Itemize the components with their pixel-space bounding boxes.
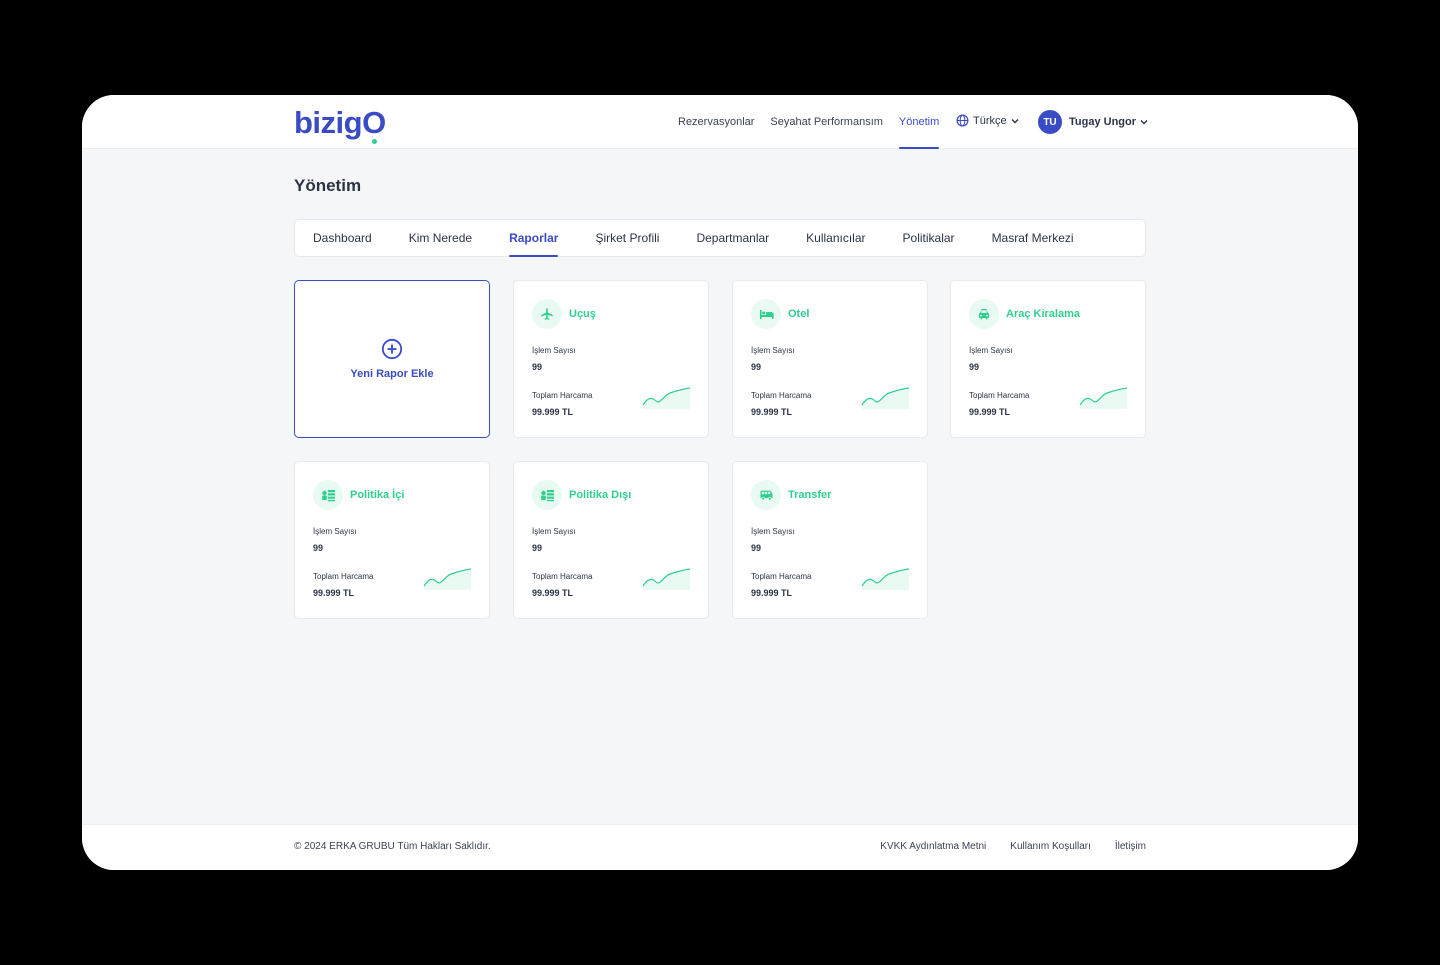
- footer-link-iletisim[interactable]: İletişim: [1115, 841, 1146, 852]
- spend-value: 99.999 TL: [751, 407, 793, 417]
- trend-sparkline: [861, 568, 910, 590]
- globe-icon: [956, 114, 969, 127]
- user-menu[interactable]: TU Tugay Ungor: [1038, 110, 1149, 134]
- count-label: İşlem Sayısı: [313, 527, 357, 536]
- tab-kim-nerede[interactable]: Kim Nerede: [409, 220, 472, 256]
- car-icon: [979, 309, 989, 320]
- icon-badge: [751, 480, 781, 510]
- money-stack-icon: [540, 490, 554, 502]
- card-header: Araç Kiralama: [969, 299, 1080, 329]
- nav-rezervasyonlar[interactable]: Rezervasyonlar: [678, 95, 754, 149]
- page-title: Yönetim: [294, 176, 362, 195]
- logo-o: O: [362, 105, 386, 144]
- report-card-transfer[interactable]: Transfer İşlem Sayısı 99 Toplam Harcama …: [732, 461, 928, 619]
- icon-badge: [969, 299, 999, 329]
- nav-yonetim[interactable]: Yönetim: [898, 95, 940, 149]
- spend-label: Toplam Harcama: [532, 391, 593, 400]
- user-name: Tugay Ungor: [1069, 116, 1137, 128]
- trend-sparkline: [642, 568, 691, 590]
- trend-sparkline: [423, 568, 472, 590]
- bed-icon: [759, 310, 774, 319]
- tab-raporlar[interactable]: Raporlar: [509, 220, 559, 257]
- money-stack-icon: [321, 490, 335, 502]
- trend-sparkline: [861, 387, 910, 409]
- nav-seyahat-performansim[interactable]: Seyahat Performansım: [770, 95, 883, 149]
- count-label: İşlem Sayısı: [751, 346, 795, 355]
- count-value: 99: [313, 543, 324, 553]
- logo-text: bizig: [294, 105, 363, 140]
- card-header: Politika Dışı: [532, 480, 631, 510]
- spend-value: 99.999 TL: [751, 588, 793, 598]
- tab-kullanicilar[interactable]: Kullanıcılar: [806, 220, 865, 256]
- tab-sirket-profili[interactable]: Şirket Profili: [595, 220, 659, 256]
- card-title: Araç Kiralama: [1006, 308, 1080, 320]
- card-title: Politika İçi: [350, 489, 405, 501]
- add-report-label: Yeni Rapor Ekle: [350, 368, 434, 380]
- tab-politikalar[interactable]: Politikalar: [903, 220, 955, 256]
- card-title: Transfer: [788, 489, 832, 501]
- count-value: 99: [751, 362, 762, 372]
- count-value: 99: [532, 543, 543, 553]
- count-label: İşlem Sayısı: [532, 527, 576, 536]
- spend-value: 99.999 TL: [313, 588, 355, 598]
- count-label: İşlem Sayısı: [969, 346, 1013, 355]
- plus-circle-icon: [381, 338, 403, 360]
- add-report-card[interactable]: Yeni Rapor Ekle: [294, 280, 490, 438]
- card-header: Otel: [751, 299, 809, 329]
- icon-badge: [751, 299, 781, 329]
- spend-label: Toplam Harcama: [751, 391, 812, 400]
- tab-masraf-merkezi[interactable]: Masraf Merkezi: [992, 220, 1074, 256]
- spend-value: 99.999 TL: [532, 407, 574, 417]
- device-frame: bizigO Rezervasyonlar Seyahat Performans…: [0, 0, 1440, 965]
- spend-value: 99.999 TL: [532, 588, 574, 598]
- footer-link-kullanim-kosullari[interactable]: Kullanım Koşulları: [1010, 841, 1091, 852]
- report-card-otel[interactable]: Otel İşlem Sayısı 99 Toplam Harcama 99.9…: [732, 280, 928, 438]
- card-header: Uçuş: [532, 299, 596, 329]
- footer-links: KVKK Aydınlatma Metni Kullanım Koşulları…: [856, 841, 1146, 852]
- count-label: İşlem Sayısı: [532, 346, 576, 355]
- management-tabs: Dashboard Kim Nerede Raporlar Şirket Pro…: [294, 219, 1146, 257]
- card-title: Otel: [788, 308, 810, 320]
- tab-departmanlar[interactable]: Departmanlar: [696, 220, 769, 256]
- spend-label: Toplam Harcama: [969, 391, 1030, 400]
- main-nav: Rezervasyonlar Seyahat Performansım Yöne…: [678, 95, 955, 149]
- report-card-arac-kiralama[interactable]: Araç Kiralama İşlem Sayısı 99 Toplam Har…: [950, 280, 1146, 438]
- report-card-politika-disi[interactable]: Politika Dışı İşlem Sayısı 99 Toplam Har…: [513, 461, 709, 619]
- card-title: Uçuş: [569, 308, 596, 320]
- trend-sparkline: [642, 387, 691, 409]
- page-footer: © 2024 ERKA GRUBU Tüm Hakları Saklıdır. …: [82, 824, 1358, 870]
- copyright-text: © 2024 ERKA GRUBU Tüm Hakları Saklıdır.: [294, 841, 491, 852]
- spend-label: Toplam Harcama: [532, 572, 593, 581]
- tab-dashboard[interactable]: Dashboard: [313, 220, 372, 256]
- app-window: bizigO Rezervasyonlar Seyahat Performans…: [82, 95, 1358, 870]
- icon-badge: [532, 299, 562, 329]
- chevron-down-icon: [1140, 120, 1148, 125]
- logo-dot: [371, 139, 377, 144]
- card-title: Politika Dışı: [569, 489, 632, 501]
- bizigo-logo[interactable]: bizigO: [294, 105, 386, 144]
- spend-label: Toplam Harcama: [313, 572, 374, 581]
- icon-badge: [313, 480, 343, 510]
- spend-label: Toplam Harcama: [751, 572, 812, 581]
- footer-link-kvkk[interactable]: KVKK Aydınlatma Metni: [880, 841, 986, 852]
- count-value: 99: [969, 362, 980, 372]
- language-selector[interactable]: Türkçe: [956, 114, 1024, 127]
- avatar: TU: [1038, 110, 1062, 134]
- trend-sparkline: [1079, 387, 1128, 409]
- plane-icon: [541, 308, 553, 320]
- count-label: İşlem Sayısı: [751, 527, 795, 536]
- report-card-ucus[interactable]: Uçuş İşlem Sayısı 99 Toplam Harcama 99.9…: [513, 280, 709, 438]
- card-header: Transfer: [751, 480, 831, 510]
- language-label: Türkçe: [973, 114, 1007, 127]
- count-value: 99: [751, 543, 762, 553]
- spend-value: 99.999 TL: [969, 407, 1011, 417]
- count-value: 99: [532, 362, 543, 372]
- bus-icon: [760, 490, 772, 501]
- chevron-down-icon: [1011, 118, 1019, 123]
- card-header: Politika İçi: [313, 480, 404, 510]
- report-card-politika-ici[interactable]: Politika İçi İşlem Sayısı 99 Toplam Harc…: [294, 461, 490, 619]
- top-header: bizigO Rezervasyonlar Seyahat Performans…: [82, 95, 1358, 149]
- icon-badge: [532, 480, 562, 510]
